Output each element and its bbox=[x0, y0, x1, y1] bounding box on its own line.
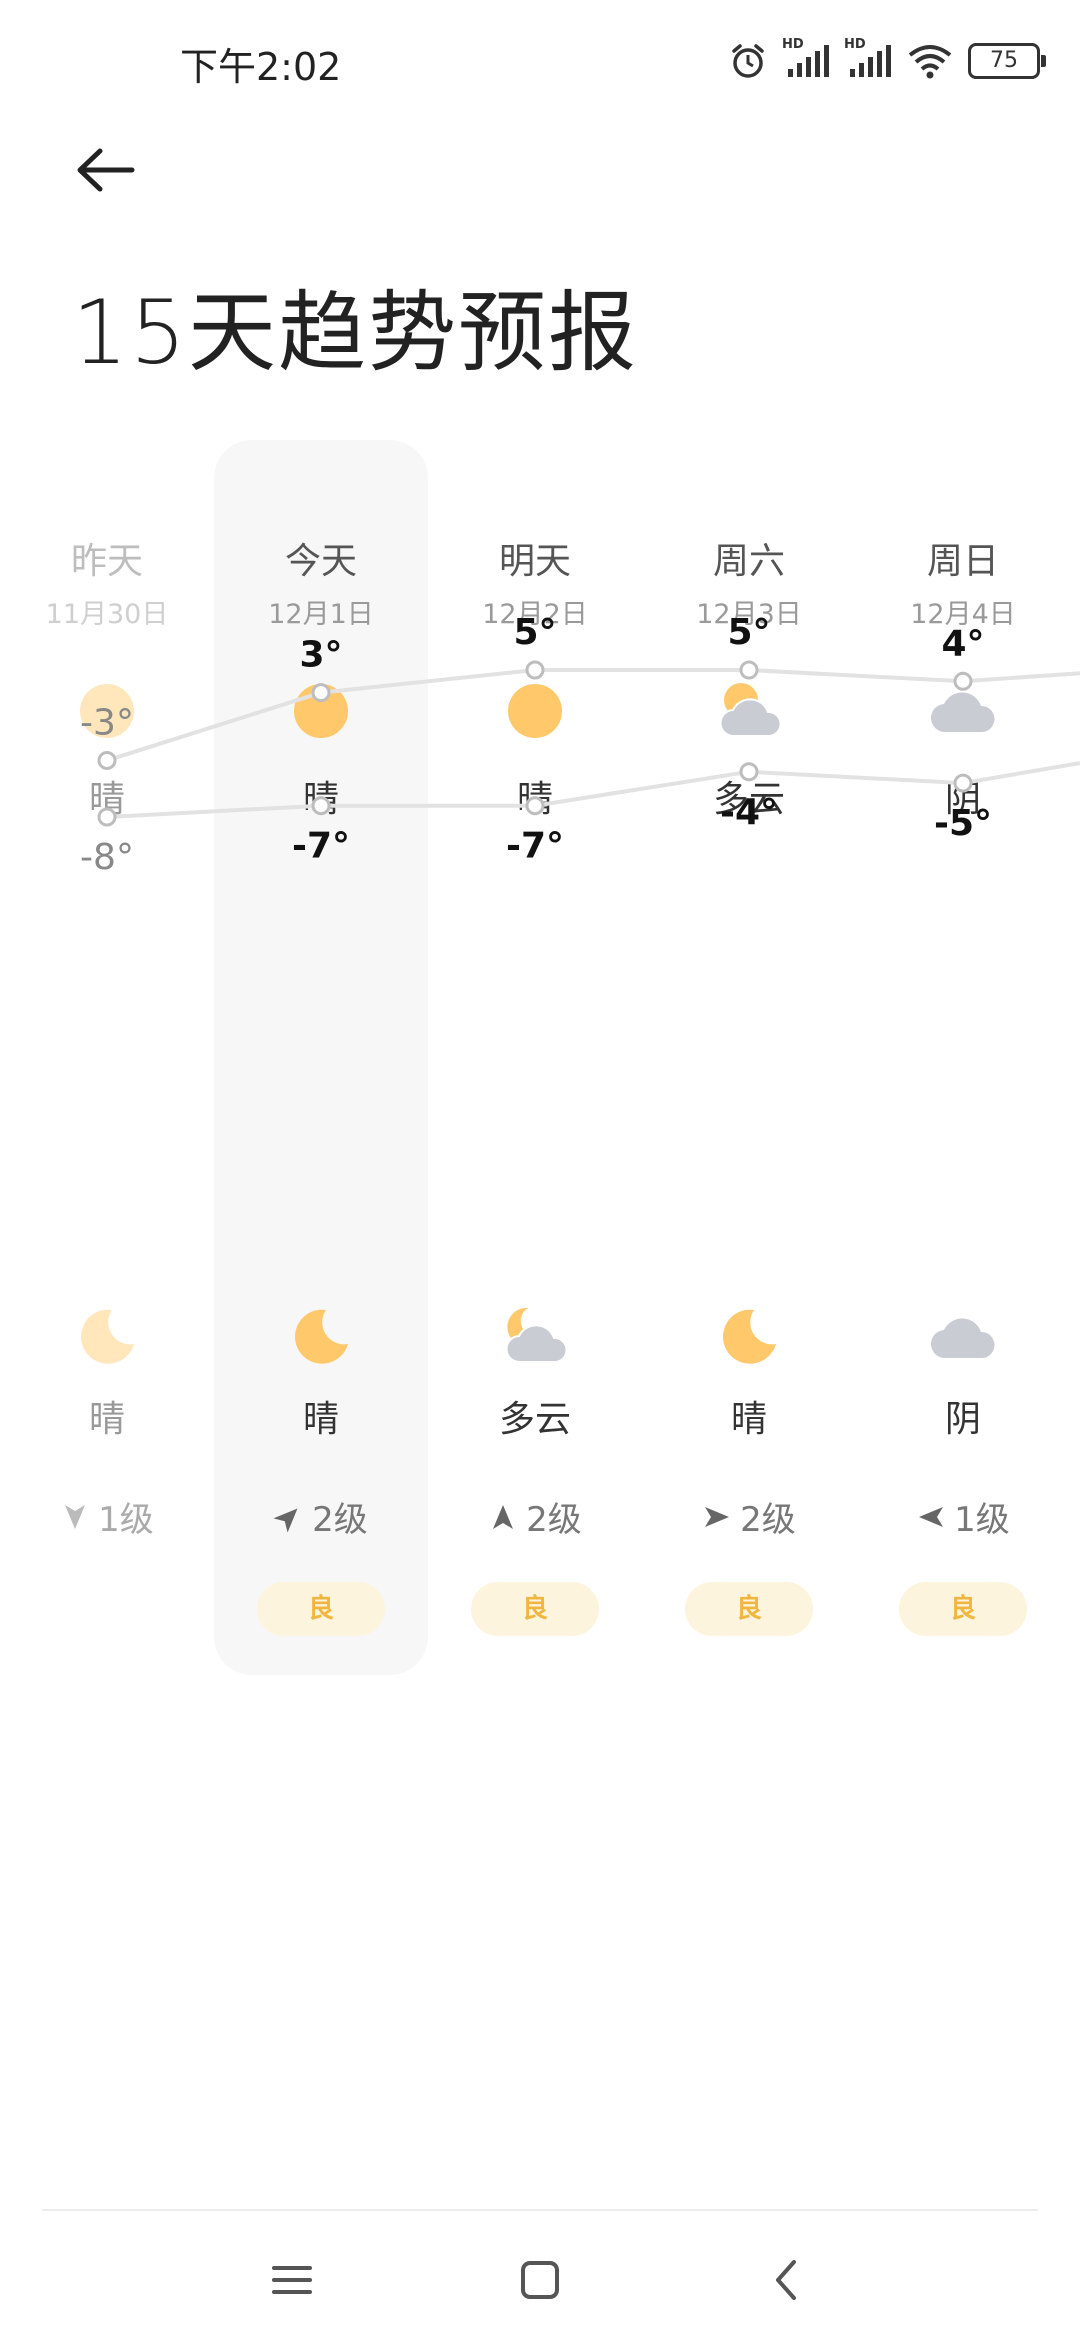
forecast-panel[interactable]: 昨天 11月30日 晴 晴 1级 今天 12月1日 晴 晴 2级 良 明天 12… bbox=[0, 440, 1080, 1690]
home-icon bbox=[521, 2261, 559, 2299]
low-temp-label: -8° bbox=[80, 837, 134, 878]
back-icon bbox=[776, 2260, 796, 2300]
high-temp-label: -3° bbox=[80, 702, 134, 743]
arrow-left-icon bbox=[77, 148, 135, 192]
high-temp-label: 5° bbox=[727, 612, 770, 653]
back-button[interactable] bbox=[70, 135, 150, 205]
low-temp-point bbox=[739, 762, 759, 782]
low-temp-point bbox=[97, 807, 117, 827]
high-temp-point bbox=[97, 750, 117, 770]
status-bar: 下午2:02 HD HD 75 bbox=[0, 0, 1080, 120]
low-temp-label: -7° bbox=[506, 826, 564, 867]
temperature-chart: -3° 3° 5° 5° 4° -8° -7° -7° -4° -5° bbox=[80, 612, 1080, 878]
menu-icon bbox=[272, 2266, 312, 2294]
signal-icon-2: HD bbox=[844, 37, 892, 81]
low-temp-label: -4° bbox=[720, 792, 778, 833]
high-temp-point bbox=[739, 660, 759, 680]
menu-button[interactable] bbox=[262, 2250, 322, 2310]
low-temp-label: -5° bbox=[934, 803, 992, 844]
low-temp-label: -7° bbox=[292, 826, 350, 867]
high-temp-label: 3° bbox=[299, 635, 342, 676]
high-temp-point bbox=[953, 671, 973, 691]
high-temp-point bbox=[311, 683, 331, 703]
low-temp-point bbox=[953, 773, 973, 793]
high-temp-label: 4° bbox=[941, 623, 984, 664]
alarm-icon bbox=[728, 41, 768, 81]
signal-icon-1: HD bbox=[782, 37, 830, 81]
high-temp-point bbox=[525, 660, 545, 680]
high-temp-line bbox=[106, 668, 1080, 763]
wifi-icon bbox=[906, 41, 954, 81]
nav-back-button[interactable] bbox=[758, 2250, 818, 2310]
status-time: 下午2:02 bbox=[180, 45, 342, 89]
battery-indicator: 75 bbox=[968, 43, 1046, 79]
nav-divider bbox=[42, 2209, 1038, 2211]
status-icons: HD HD 75 bbox=[728, 36, 1046, 86]
home-button[interactable] bbox=[510, 2250, 570, 2310]
low-temp-point bbox=[311, 796, 331, 816]
page-title: 15天趋势预报 bbox=[72, 281, 638, 384]
high-temp-label: 5° bbox=[513, 612, 556, 653]
low-temp-point bbox=[525, 796, 545, 816]
navigation-bar bbox=[0, 2220, 1080, 2340]
